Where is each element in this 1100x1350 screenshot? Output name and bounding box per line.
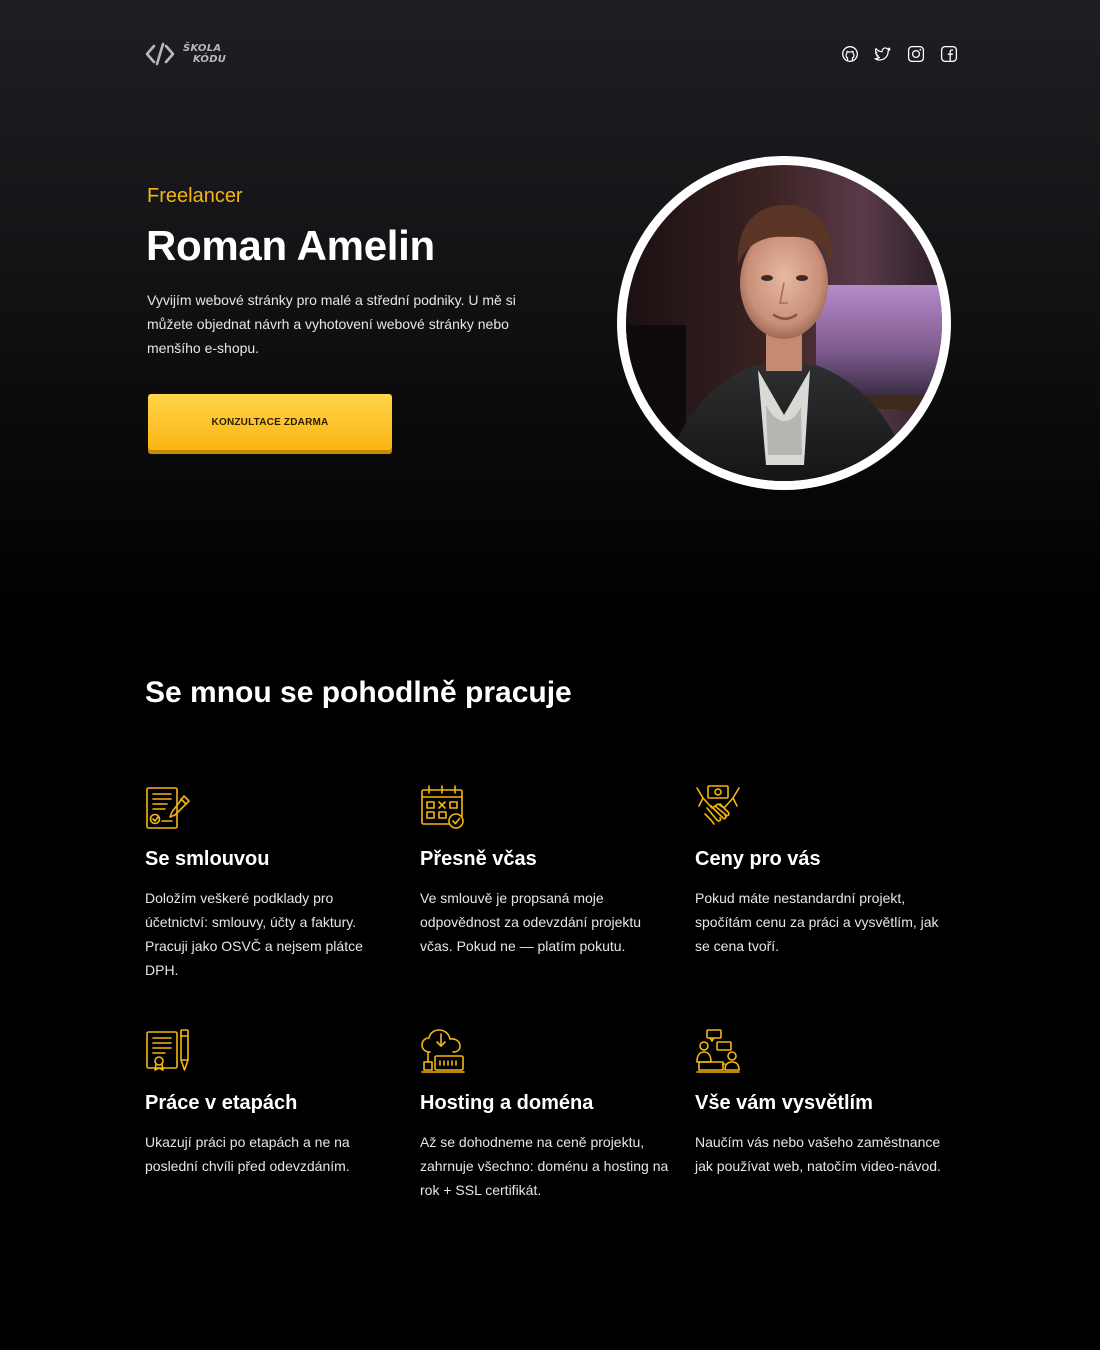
instagram-icon[interactable] [907,45,925,63]
logo-text: ŠKOLA KÓDU [183,43,226,65]
feature-title: Přesně včas [420,848,537,870]
feature-title: Se smlouvou [145,848,270,870]
profile-photo [626,165,942,481]
feature-text: Naučím vás nebo vašeho zaměstnance jak p… [695,1134,941,1174]
features-title: Se mnou se pohodlně pracuje [145,676,572,709]
feature-title: Práce v etapách [145,1092,298,1114]
feature-card: Vše vám vysvětlím Naučím vás nebo vašeho… [695,1028,970,1202]
calendar-icon [421,785,464,829]
code-brackets-icon [145,42,175,66]
handshake-icon [696,785,740,825]
logo-line-2: KÓDU [193,54,227,65]
feature-text: Až se dohodneme na ceně projektu, zahrnu… [420,1134,669,1198]
feature-card: Práce v etapách Ukazují práci po etapách… [145,1028,420,1202]
feature-card: Se smlouvou Doložím veškeré podklady pro… [145,784,420,982]
feature-title: Ceny pro vás [695,848,821,870]
hero-eyebrow: Freelancer [147,185,243,207]
free-consultation-button[interactable]: KONZULTACE ZDARMA [148,394,392,450]
social-links [841,45,958,63]
logo-line-1: ŠKOLA [183,43,222,54]
feature-card: Ceny pro vás Pokud máte nestandardní pro… [695,784,970,982]
feature-text: Ukazují práci po etapách a ne na posledn… [145,1134,350,1174]
feature-text: Pokud máte nestandardní projekt, spočítá… [695,890,939,954]
cloud-server-icon [421,1029,465,1073]
twitter-icon[interactable] [874,45,892,63]
portrait-illustration [626,165,942,481]
certificate-icon [146,1029,189,1071]
consultation-icon [696,1029,740,1073]
hero-section: ŠKOLA KÓDU Freelancer Roman Amelin Vyvij… [0,0,1100,620]
logo[interactable]: ŠKOLA KÓDU [145,40,226,68]
feature-card: Přesně včas Ve smlouvě je propsaná moje … [420,784,695,982]
contract-icon [146,787,190,829]
facebook-icon[interactable] [940,45,958,63]
features-grid: Se smlouvou Doložím veškeré podklady pro… [145,784,975,1202]
feature-text: Ve smlouvě je propsaná moje odpovědnost … [420,890,642,954]
feature-title: Vše vám vysvětlím [695,1092,873,1114]
github-icon[interactable] [841,45,859,63]
feature-title: Hosting a doména [420,1092,594,1114]
profile-photo-frame [617,156,951,490]
feature-card: Hosting a doména Až se dohodneme na ceně… [420,1028,695,1202]
hero-intro: Vyvijím webové stránky pro malé a středn… [147,292,516,356]
feature-text: Doložím veškeré podklady pro účetnictví:… [145,890,363,978]
hero-name: Roman Amelin [146,222,435,269]
